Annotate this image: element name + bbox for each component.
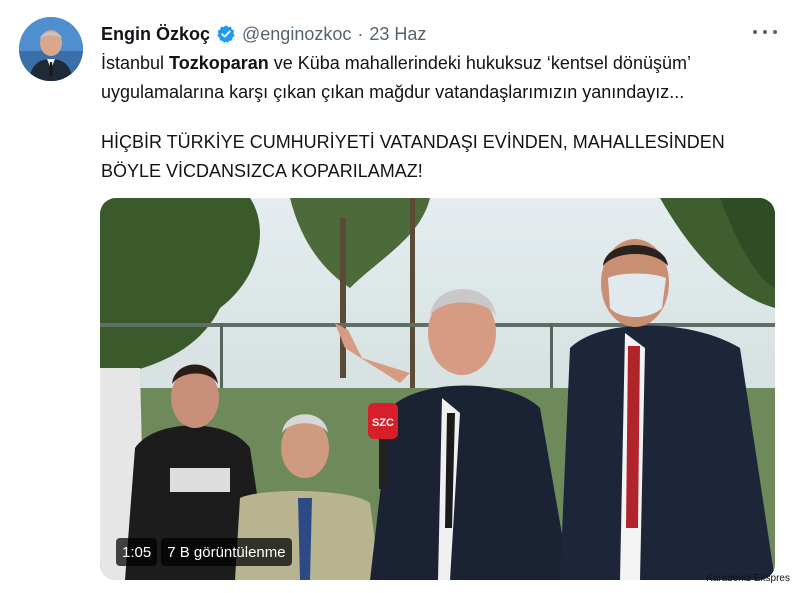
tweet-line-1: İstanbul Tozkoparan ve Küba mahallerinde…: [101, 49, 781, 78]
avatar-image: [19, 17, 83, 81]
tweet-date[interactable]: 23 Haz: [369, 24, 426, 45]
tweet-line-3: HİÇBİR TÜRKİYE CUMHURİYETİ VATANDAŞI EVİ…: [101, 132, 725, 152]
video-frame: SZC: [100, 198, 775, 580]
tweet-text: İstanbul Tozkoparan ve Küba mahallerinde…: [101, 49, 781, 186]
tweet-line-1-start: İstanbul: [101, 53, 170, 73]
tweet-video[interactable]: SZC 1:05 7 B görüntülenme: [100, 198, 775, 580]
video-views: 7 B görüntülenme: [161, 538, 292, 566]
video-overlay: 1:05 7 B görüntülenme: [116, 538, 292, 566]
tweet-line-2: uygulamalarına karşı çıkan çıkan mağdur …: [101, 82, 685, 102]
author-display-name[interactable]: Engin Özkoç: [101, 24, 210, 45]
author-avatar[interactable]: [19, 17, 83, 81]
verified-badge-icon: [217, 25, 235, 43]
tweet-line-1-end: ve Küba mahallerindeki hukuksuz ‘kentsel…: [268, 53, 691, 73]
author-handle[interactable]: @enginozkoc: [242, 24, 351, 45]
video-duration: 1:05: [116, 538, 158, 566]
tweet-header: Engin Özkoç @enginozkoc · 23 Haz: [101, 22, 426, 46]
separator-dot: ·: [357, 23, 364, 44]
tweet-bold-word: Tozkoparan: [169, 53, 269, 73]
tweet-line-4: BÖYLE VİCDANSIZCA KOPARILAMAZ!: [101, 161, 423, 181]
more-options-icon[interactable]: [750, 22, 780, 42]
source-watermark: Karadeniz Ekspres: [706, 573, 790, 584]
microphone-label: SZC: [372, 417, 394, 429]
